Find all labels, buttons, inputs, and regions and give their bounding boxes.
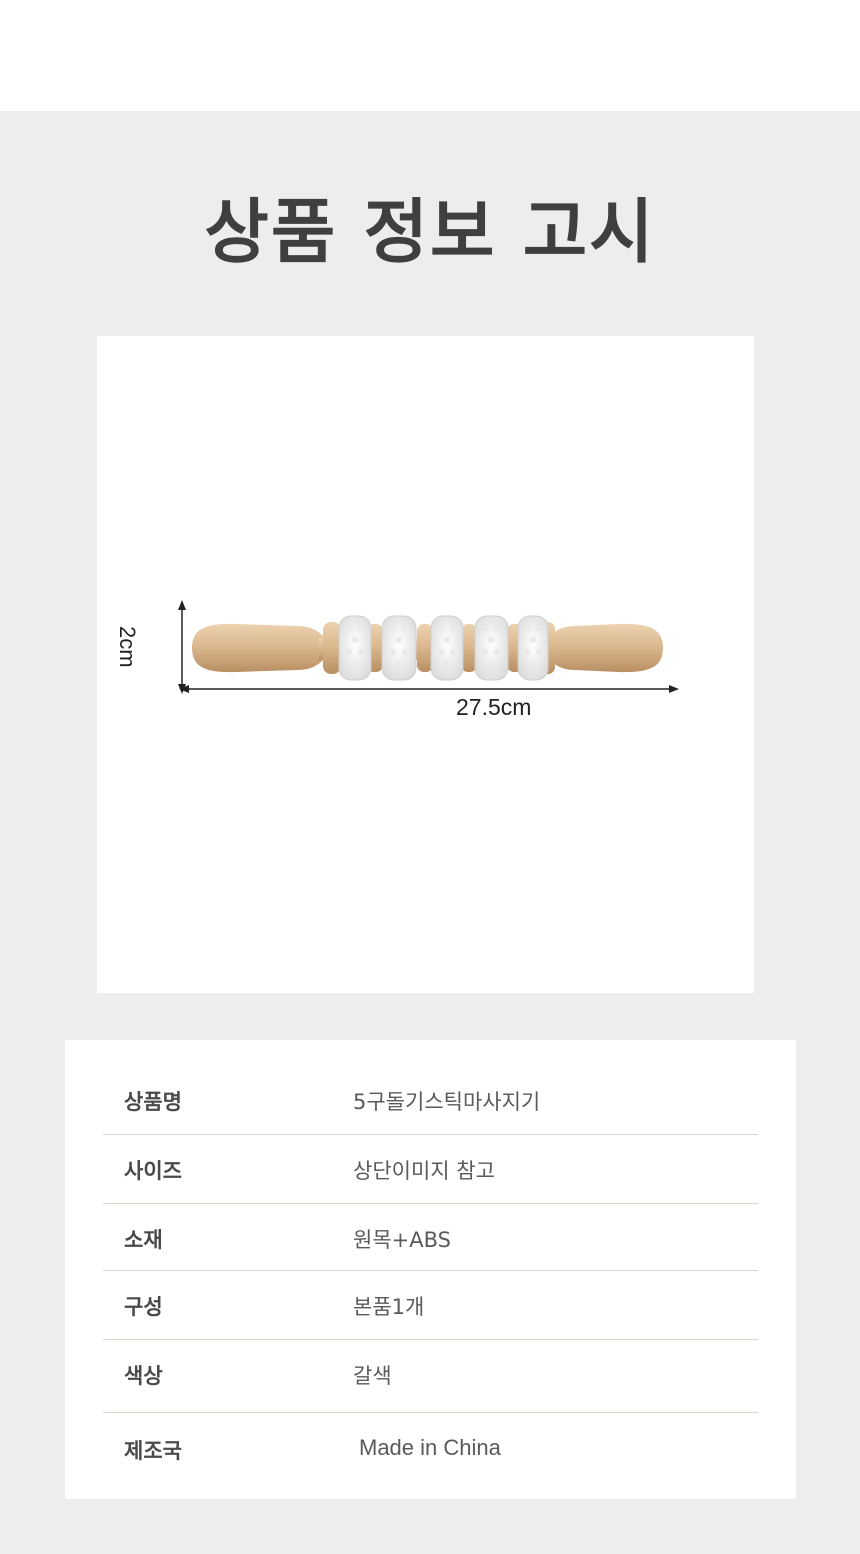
row-label-product-name: 상품명 [124,1090,182,1114]
row-value-color: 갈색 [353,1364,392,1388]
massage-stick-illustration [178,600,679,694]
table-row: 사이즈 상단이미지 참고 [103,1135,758,1204]
row-value-size: 상단이미지 참고 [353,1159,495,1183]
table-row: 구성 본품1개 [103,1271,758,1340]
row-value-origin: Made in China [359,1435,501,1460]
product-info-card: 상품명 5구돌기스틱마사지기 사이즈 상단이미지 참고 소재 원목+ABS 구성… [65,1040,796,1499]
row-label-composition: 구성 [124,1295,163,1319]
page-title: 상품 정보 고시 [204,191,656,273]
product-image-card: 27.5cm 2cm [97,336,754,993]
table-row: 제조국 Made in China [103,1413,758,1483]
row-value-product-name: 5구돌기스틱마사지기 [353,1090,541,1114]
table-row: 상품명 5구돌기스틱마사지기 [103,1072,758,1135]
row-label-material: 소재 [124,1228,163,1252]
table-row: 소재 원목+ABS [103,1204,758,1271]
row-value-composition: 본품1개 [353,1295,425,1319]
table-row: 색상 갈색 [103,1340,758,1413]
product-info-table: 상품명 5구돌기스틱마사지기 사이즈 상단이미지 참고 소재 원목+ABS 구성… [103,1072,758,1483]
height-dimension-label: 2cm [115,626,140,668]
row-value-material: 원목+ABS [353,1228,451,1252]
row-label-color: 색상 [124,1364,163,1388]
width-dimension-label: 27.5cm [456,694,532,720]
row-label-origin: 제조국 [124,1439,182,1463]
top-whitespace [0,0,860,111]
row-label-size: 사이즈 [124,1159,182,1183]
